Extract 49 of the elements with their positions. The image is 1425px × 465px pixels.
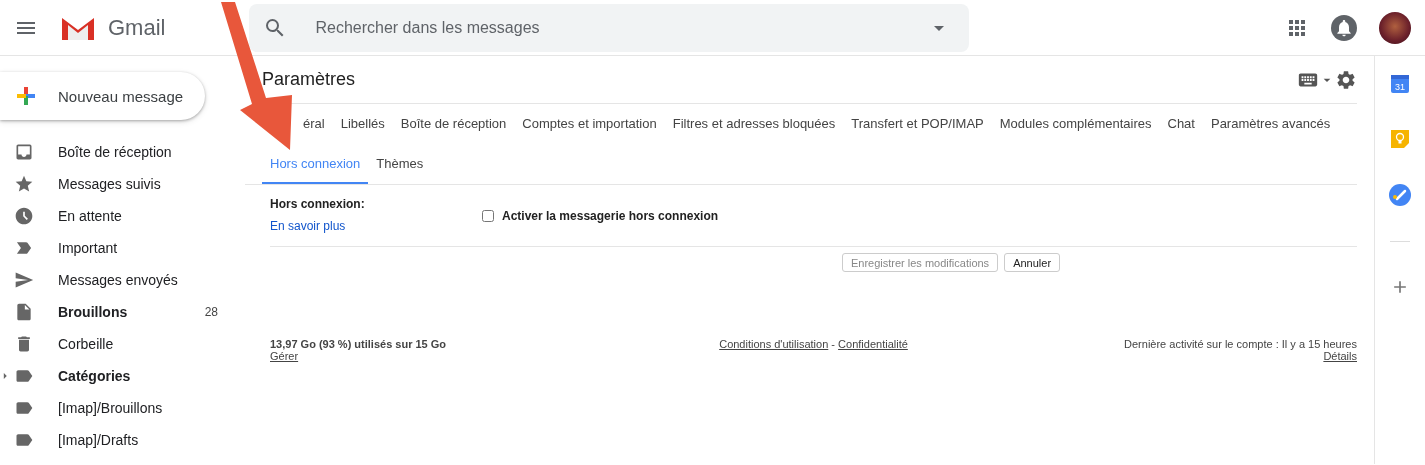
app-name: Gmail <box>108 14 166 41</box>
plus-icon <box>14 84 38 108</box>
settings-tab[interactable]: Comptes et importation <box>514 104 665 144</box>
bell-icon[interactable] <box>1331 14 1357 41</box>
search-field[interactable]: Rechercher dans les messages <box>313 17 928 38</box>
storage-usage: 13,97 Go (93 %) utilisés sur 15 Go <box>270 338 447 350</box>
settings-tab[interactable]: Boîte de réception <box>392 104 515 144</box>
sidebar-item[interactable]: Messages envoyés <box>0 264 245 296</box>
sidebar-item[interactable]: [Imap]/Brouillons <box>0 392 245 424</box>
last-activity: Dernière activité sur le compte : Il y a 15 heures <box>1124 338 1357 350</box>
check-pen-icon[interactable] <box>1389 184 1411 206</box>
inbox-icon <box>14 142 34 162</box>
unread-count: 28 <box>204 305 218 319</box>
calendar-icon[interactable]: 31 <box>1390 74 1410 94</box>
sidebar-item[interactable]: Corbeille <box>0 328 245 360</box>
terms-link[interactable]: Conditions d'utilisation <box>719 338 829 350</box>
search-bar[interactable]: Rechercher dans les messages <box>249 3 970 52</box>
sidebar-item[interactable]: Brouillons 28 <box>0 296 245 328</box>
details-link[interactable]: Détails <box>1323 350 1357 362</box>
file-icon <box>14 302 34 322</box>
settings-tab[interactable]: Filtres et adresses bloquées <box>664 104 844 144</box>
cancel-button[interactable]: Annuler <box>1004 253 1061 272</box>
avatar[interactable] <box>1379 11 1411 44</box>
learn-more-link[interactable]: En savoir plus <box>270 219 346 233</box>
sidebar-item[interactable]: Catégories <box>0 360 245 392</box>
checkbox[interactable] <box>482 209 494 222</box>
settings-tab[interactable]: Transfert et POP/IMAP <box>843 104 992 144</box>
compose-button[interactable]: Nouveau message <box>0 72 205 120</box>
clock-icon <box>14 206 34 226</box>
settings-tab[interactable]: éral <box>295 104 333 144</box>
sidebar-item[interactable]: [Imap]/Drafts <box>0 424 245 456</box>
settings-tab[interactable]: Thèmes <box>368 144 432 184</box>
sidebar-item[interactable]: Messages suivis <box>0 168 245 200</box>
sidebar-item[interactable]: Important <box>0 232 245 264</box>
separator: - <box>831 338 836 350</box>
section-label: Hors connexion: <box>270 197 366 211</box>
manage-link[interactable]: Gérer <box>270 350 299 362</box>
sidebar-item[interactable]: Boîte de réception <box>0 136 245 168</box>
sidebar-item[interactable]: En attente <box>0 200 245 232</box>
settings-tab[interactable]: Modules complémentaires <box>991 104 1160 144</box>
page-title: Paramètres <box>262 69 356 90</box>
star-icon <box>14 174 34 194</box>
settings-icon[interactable] <box>1335 68 1357 91</box>
privacy-link[interactable]: Confidentialité <box>838 338 908 350</box>
settings-tab[interactable]: Chat <box>1159 104 1203 144</box>
settings-tab[interactable]: Libellés <box>332 104 393 144</box>
send-icon <box>14 270 34 290</box>
settings-tab[interactable]: Paramètres avancés <box>1202 104 1339 144</box>
checkbox-label: Activer la messagerie hors connexion <box>502 208 719 223</box>
